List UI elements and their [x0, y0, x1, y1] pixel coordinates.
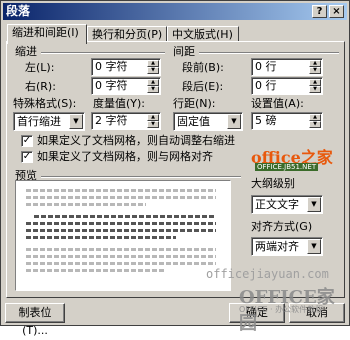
spin-up-icon[interactable]: ▲ [309, 60, 321, 67]
by-value: 2 字符 [95, 114, 128, 127]
spin-up-icon[interactable]: ▲ [147, 79, 159, 86]
spin-down-icon[interactable]: ▼ [309, 67, 321, 74]
spin-up-icon[interactable]: ▲ [309, 79, 321, 86]
spin-down-icon[interactable]: ▼ [147, 86, 159, 93]
left-indent-stepper[interactable]: 0 字符 ▲ ▼ [91, 58, 161, 76]
watermark-site-url: officejiayuan.com [206, 267, 329, 281]
outline-level-value: 正文文字 [255, 198, 299, 211]
auto-indent-label: 如果定义了文档网格，则自动调整右缩进 [37, 134, 235, 147]
indent-group-label: 缩进 [15, 45, 37, 58]
space-after-label: 段后(E): [182, 80, 224, 93]
preview-line [26, 203, 146, 206]
dialog-title: 段落 [6, 4, 31, 18]
line-spacing-select[interactable]: 固定值 ▼ [173, 112, 243, 131]
left-indent-label: 左(L): [25, 61, 55, 74]
space-before-stepper[interactable]: 0 行 ▲ ▼ [251, 58, 323, 76]
close-button[interactable]: × [329, 5, 344, 18]
preview-line [26, 269, 166, 272]
special-indent-value: 首行缩进 [17, 115, 61, 128]
preview-line [34, 215, 216, 218]
tab-indent-spacing[interactable]: 缩进和间距(I) [7, 24, 87, 44]
help-button[interactable]: ? [312, 5, 327, 18]
outline-level-label: 大纲级别 [251, 177, 295, 190]
auto-indent-checkbox[interactable]: ✓ [21, 135, 33, 147]
alignment-label: 对齐方式(G) [251, 220, 313, 233]
preview-line [26, 248, 216, 251]
special-indent-select[interactable]: 首行缩进 ▼ [13, 112, 85, 131]
alignment-value: 两端对齐 [255, 240, 299, 253]
at-label: 设置值(A): [251, 97, 304, 110]
special-indent-label: 特殊格式(S): [13, 97, 77, 110]
spin-up-icon[interactable]: ▲ [309, 114, 321, 121]
dropdown-arrow-icon[interactable]: ▼ [227, 114, 241, 129]
preview-line [26, 255, 216, 258]
tabs-button[interactable]: 制表位(T)... [5, 303, 65, 337]
preview-line [26, 236, 176, 239]
spin-up-icon[interactable]: ▲ [147, 114, 159, 121]
alignment-select[interactable]: 两端对齐 ▼ [251, 237, 323, 256]
space-before-value: 0 行 [255, 60, 277, 73]
spacing-divider [199, 52, 339, 53]
spin-down-icon[interactable]: ▼ [309, 86, 321, 93]
right-indent-label: 右(R): [25, 80, 56, 93]
right-indent-stepper[interactable]: 0 字符 ▲ ▼ [91, 77, 161, 95]
at-stepper[interactable]: 5 磅 ▲ ▼ [251, 112, 323, 130]
spacing-group-label: 间距 [173, 45, 195, 58]
dropdown-arrow-icon[interactable]: ▼ [307, 239, 321, 254]
preview-line [26, 222, 216, 225]
preview-divider [41, 176, 241, 177]
at-value: 5 磅 [255, 114, 277, 127]
preview-line [26, 262, 216, 265]
by-stepper[interactable]: 2 字符 ▲ ▼ [91, 112, 161, 130]
outline-level-select[interactable]: 正文文字 ▼ [251, 195, 323, 214]
dropdown-arrow-icon[interactable]: ▼ [307, 197, 321, 212]
paragraph-preview [15, 180, 231, 291]
spin-up-icon[interactable]: ▲ [147, 60, 159, 67]
left-indent-value: 0 字符 [95, 60, 128, 73]
dropdown-arrow-icon[interactable]: ▼ [69, 114, 83, 129]
space-before-label: 段前(B): [182, 61, 224, 74]
preview-line [26, 229, 216, 232]
spin-down-icon[interactable]: ▼ [147, 121, 159, 128]
spin-down-icon[interactable]: ▼ [147, 67, 159, 74]
paragraph-dialog: 段落 ? × 缩进和间距(I) 换行和分页(P) 中文版式(H) 缩进 左(L)… [0, 0, 350, 337]
spin-down-icon[interactable]: ▼ [309, 121, 321, 128]
watermark-brand-sub: OFFICE · 办公软件教程 [239, 305, 324, 314]
right-indent-value: 0 字符 [95, 79, 128, 92]
by-label: 度量值(Y): [93, 97, 146, 110]
space-after-value: 0 行 [255, 79, 277, 92]
space-after-stepper[interactable]: 0 行 ▲ ▼ [251, 77, 323, 95]
preview-line [26, 196, 216, 199]
line-spacing-label: 行距(N): [173, 97, 216, 110]
indent-divider [41, 52, 165, 53]
watermark-office-home-sub: OFFICE.JB51.NET [255, 163, 319, 171]
title-bar: 段落 ? × [3, 3, 347, 20]
preview-line [26, 189, 216, 192]
snap-grid-checkbox[interactable]: ✓ [21, 151, 33, 163]
line-spacing-value: 固定值 [177, 115, 210, 128]
snap-grid-label: 如果定义了文档网格，则与网格对齐 [37, 150, 213, 163]
